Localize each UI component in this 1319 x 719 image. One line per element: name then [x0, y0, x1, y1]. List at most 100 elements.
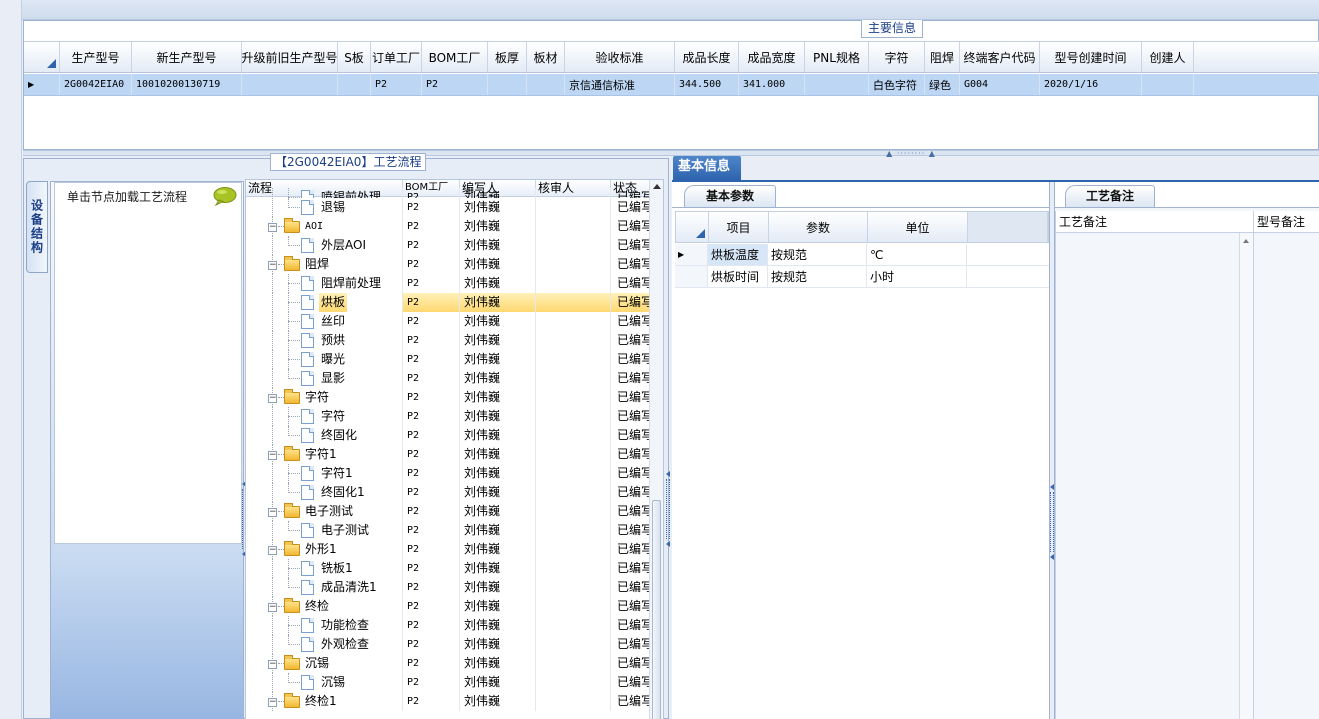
tree-step-node[interactable]: 喷锡前处理 P2 刘伟巍 已编写: [246, 188, 651, 198]
tree-status-cell[interactable]: 已编写: [611, 635, 651, 654]
tree-bom-cell[interactable]: P2: [403, 274, 460, 293]
tree-name-cell[interactable]: 丝印: [246, 312, 403, 331]
tree-reviewer-cell[interactable]: [536, 559, 611, 578]
main-grid-cell[interactable]: [488, 74, 527, 95]
tree-step-node[interactable]: 字符1 P2 刘伟巍 已编写: [246, 464, 651, 483]
tree-reviewer-cell[interactable]: [536, 521, 611, 540]
tree-name-cell[interactable]: − 终检1: [246, 692, 403, 711]
tree-reviewer-cell[interactable]: [536, 502, 611, 521]
params-row[interactable]: 烘板时间 按规范 小时: [675, 266, 1049, 288]
tree-writer-cell[interactable]: 刘伟巍: [460, 188, 536, 198]
tree-group-node[interactable]: − 字符1 P2 刘伟巍 已编写: [246, 445, 651, 464]
tree-bom-cell[interactable]: P2: [403, 198, 460, 217]
main-col-header[interactable]: BOM工厂: [422, 42, 488, 72]
tree-status-cell[interactable]: 已编写: [611, 274, 651, 293]
tree-bom-cell[interactable]: P2: [403, 312, 460, 331]
node-nav-list[interactable]: 单击节点加载工艺流程: [54, 182, 242, 544]
tree-status-cell[interactable]: 已编写: [611, 464, 651, 483]
tree-writer-cell[interactable]: 刘伟巍: [460, 540, 536, 559]
tree-bom-cell[interactable]: P2: [403, 293, 460, 312]
tree-bom-cell[interactable]: P2: [403, 255, 460, 274]
tab-basic-params[interactable]: 基本参数: [684, 185, 776, 207]
tree-name-cell[interactable]: 终固化1: [246, 483, 403, 502]
tree-name-cell[interactable]: 铣板1: [246, 559, 403, 578]
tree-bom-cell[interactable]: P2: [403, 578, 460, 597]
tree-name-cell[interactable]: 曝光: [246, 350, 403, 369]
main-grid-cell[interactable]: [527, 74, 565, 95]
tree-reviewer-cell[interactable]: [536, 217, 611, 236]
tree-reviewer-cell[interactable]: [536, 426, 611, 445]
tree-step-node[interactable]: 铣板1 P2 刘伟巍 已编写: [246, 559, 651, 578]
collapse-toggle-icon[interactable]: −: [268, 546, 277, 555]
tree-bom-cell[interactable]: P2: [403, 502, 460, 521]
tree-writer-cell[interactable]: 刘伟巍: [460, 464, 536, 483]
collapse-toggle-icon[interactable]: −: [268, 603, 277, 612]
tree-reviewer-cell[interactable]: [536, 673, 611, 692]
tree-bom-cell[interactable]: P2: [403, 616, 460, 635]
tree-name-cell[interactable]: 退锡: [246, 198, 403, 217]
tree-status-cell[interactable]: 已编写: [611, 188, 651, 198]
main-col-header[interactable]: 阻焊: [925, 42, 960, 72]
tree-step-node[interactable]: 电子测试 P2 刘伟巍 已编写: [246, 521, 651, 540]
collapse-toggle-icon[interactable]: −: [268, 508, 277, 517]
notes-vertical-scrollbar[interactable]: [1239, 233, 1253, 719]
collapse-toggle-icon[interactable]: −: [268, 261, 277, 270]
tree-step-node[interactable]: 阻焊前处理 P2 刘伟巍 已编写: [246, 274, 651, 293]
tree-step-node[interactable]: 丝印 P2 刘伟巍 已编写: [246, 312, 651, 331]
main-grid-row[interactable]: ▶ 2G0042EIA0 10010200130719 P2 P2 京信通信标准 344.5…: [24, 74, 1319, 96]
tree-step-node[interactable]: 终固化1 P2 刘伟巍 已编写: [246, 483, 651, 502]
tree-writer-cell[interactable]: 刘伟巍: [460, 217, 536, 236]
tree-step-node[interactable]: 外层AOI P2 刘伟巍 已编写: [246, 236, 651, 255]
collapse-toggle-icon[interactable]: −: [268, 394, 277, 403]
tree-reviewer-cell[interactable]: [536, 198, 611, 217]
tree-writer-cell[interactable]: 刘伟巍: [460, 616, 536, 635]
tree-group-node[interactable]: − 终检1 P2 刘伟巍 已编写: [246, 692, 651, 711]
tree-group-node[interactable]: − 外形1 P2 刘伟巍 已编写: [246, 540, 651, 559]
main-grid-cell[interactable]: P2: [422, 74, 488, 95]
tree-step-node[interactable]: 烘板 P2 刘伟巍 已编写: [246, 293, 651, 312]
tree-bom-cell[interactable]: P2: [403, 407, 460, 426]
tree-reviewer-cell[interactable]: [536, 407, 611, 426]
splitter-grip-icon[interactable]: ▲ ········ ▲: [871, 149, 951, 158]
collapse-toggle-icon[interactable]: −: [268, 660, 277, 669]
tree-status-cell[interactable]: 已编写: [611, 578, 651, 597]
main-col-header[interactable]: 板厚: [488, 42, 527, 72]
main-grid-cell[interactable]: 京信通信标准: [565, 74, 675, 95]
tree-status-cell[interactable]: 已编写: [611, 540, 651, 559]
main-col-header[interactable]: 生产型号: [60, 42, 132, 72]
tree-writer-cell[interactable]: 刘伟巍: [460, 673, 536, 692]
tree-reviewer-cell[interactable]: [536, 654, 611, 673]
tree-writer-cell[interactable]: 刘伟巍: [460, 369, 536, 388]
side-tab-equipment-structure[interactable]: 设备结构: [26, 181, 48, 273]
params-item-cell[interactable]: 烘板时间: [708, 266, 768, 287]
tree-reviewer-cell[interactable]: [536, 188, 611, 198]
tree-bom-cell[interactable]: P2: [403, 331, 460, 350]
tree-status-cell[interactable]: 已编写: [611, 312, 651, 331]
tree-writer-cell[interactable]: 刘伟巍: [460, 654, 536, 673]
tree-reviewer-cell[interactable]: [536, 369, 611, 388]
tree-writer-cell[interactable]: 刘伟巍: [460, 350, 536, 369]
tree-name-cell[interactable]: 字符: [246, 407, 403, 426]
tree-bom-cell[interactable]: P2: [403, 635, 460, 654]
tree-reviewer-cell[interactable]: [536, 464, 611, 483]
main-col-header[interactable]: 订单工厂: [371, 42, 422, 72]
tree-reviewer-cell[interactable]: [536, 312, 611, 331]
params-row[interactable]: ▶ 烘板温度 按规范 ℃: [675, 244, 1049, 266]
scroll-thumb[interactable]: [652, 500, 661, 719]
tree-step-node[interactable]: 终固化 P2 刘伟巍 已编写: [246, 426, 651, 445]
main-grid-cell[interactable]: G004: [960, 74, 1040, 95]
main-grid-cell[interactable]: [242, 74, 338, 95]
tree-name-cell[interactable]: 显影: [246, 369, 403, 388]
tree-status-cell[interactable]: 已编写: [611, 654, 651, 673]
main-col-header[interactable]: 验收标准: [565, 42, 675, 72]
tree-name-cell[interactable]: − 阻焊: [246, 255, 403, 274]
main-grid-cell[interactable]: 绿色: [925, 74, 960, 95]
main-grid-cell[interactable]: 10010200130719: [132, 74, 242, 95]
tree-writer-cell[interactable]: 刘伟巍: [460, 198, 536, 217]
speech-bubble-icon[interactable]: [213, 187, 237, 206]
main-grid-cell[interactable]: P2: [371, 74, 422, 95]
tree-writer-cell[interactable]: 刘伟巍: [460, 635, 536, 654]
tree-status-cell[interactable]: 已编写: [611, 692, 651, 711]
tree-reviewer-cell[interactable]: [536, 255, 611, 274]
tree-name-cell[interactable]: − AOI: [246, 217, 403, 236]
